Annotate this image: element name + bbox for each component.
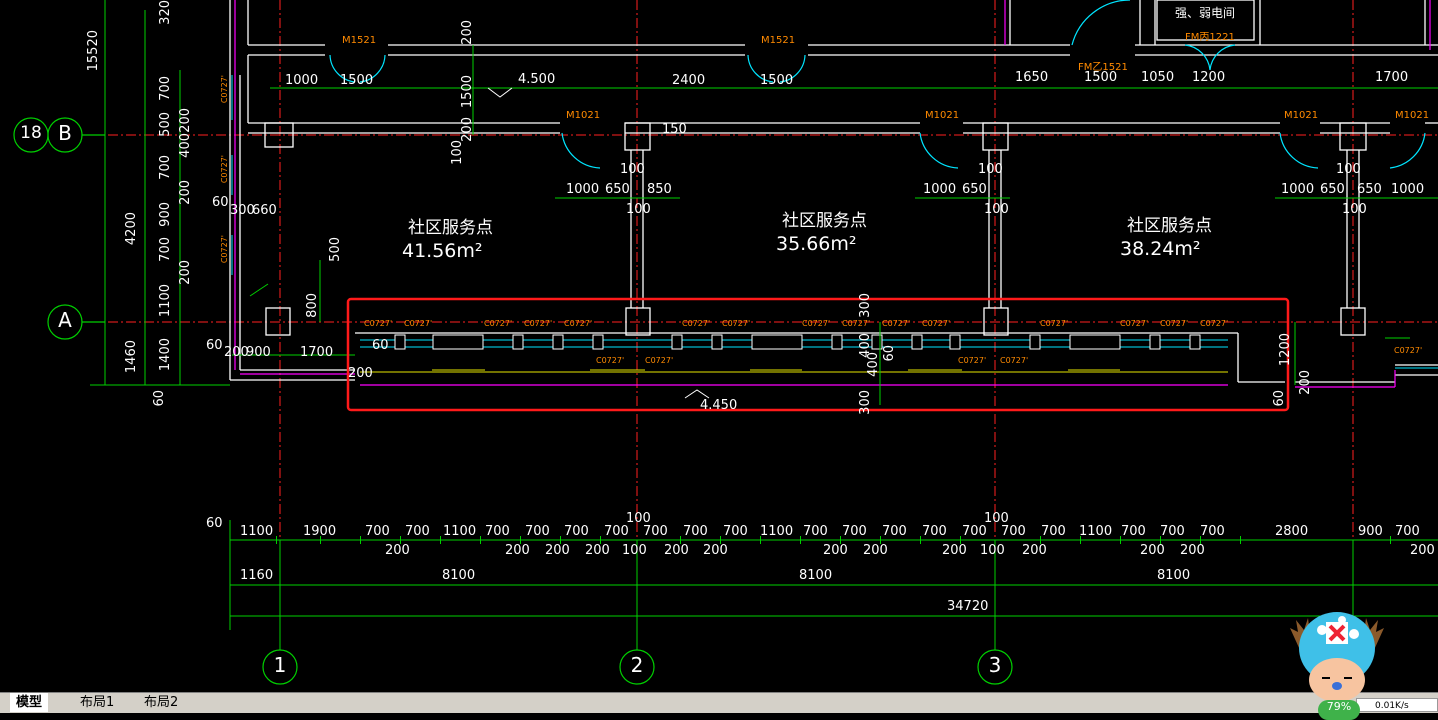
cad-drawing-area[interactable] (0, 0, 1438, 692)
floor-plan (13, 0, 1438, 685)
layout-tab-bar: 模型 布局1 布局2 (0, 692, 1438, 713)
partition-lines (234, 0, 1431, 388)
window-frames (394, 334, 1201, 350)
dimension-lines (90, 0, 1438, 650)
net-speed: 0.01K/s (1356, 698, 1438, 712)
mascot-icon (1290, 612, 1384, 702)
tab-layout-1[interactable]: 布局1 (74, 693, 120, 712)
ceiling-lines (360, 369, 1228, 373)
grid-lines (90, 0, 1438, 650)
tab-layout-2[interactable]: 布局2 (138, 693, 184, 712)
axis-bubbles (13, 117, 1013, 685)
net-percent: 79% (1318, 700, 1360, 720)
windows (231, 75, 1438, 369)
walls (229, 0, 1438, 383)
highlight-box (346, 297, 1290, 412)
doors (329, 0, 1426, 169)
mascot-widget[interactable] (1282, 600, 1392, 712)
tab-model[interactable]: 模型 (10, 693, 49, 712)
